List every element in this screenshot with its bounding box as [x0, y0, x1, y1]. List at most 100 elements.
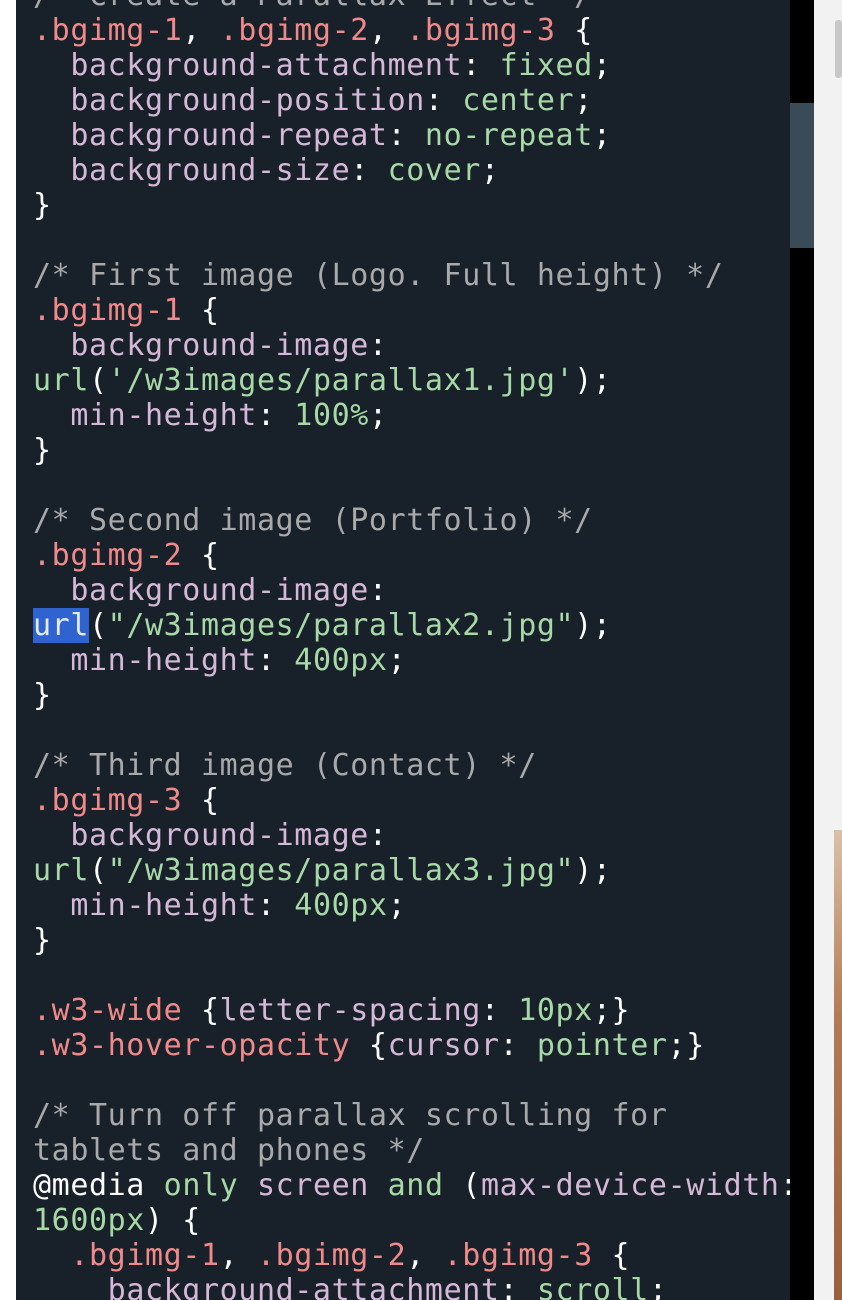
code-token: min-height	[70, 398, 257, 433]
code-token: .bgimg-2	[219, 13, 369, 48]
code-token: background-image	[70, 818, 369, 853]
code-line[interactable]: background-attachment: fixed;	[33, 48, 790, 83]
vertical-scrollbar-thumb[interactable]	[790, 103, 814, 248]
code-token: :	[780, 1168, 790, 1203]
code-line[interactable]: .bgimg-1 {	[33, 293, 790, 328]
code-token: :	[368, 328, 388, 363]
code-line[interactable]: /* Second image (Portfolio) */	[33, 503, 790, 538]
code-token: ;	[387, 643, 407, 678]
code-line[interactable]: .bgimg-1, .bgimg-2, .bgimg-3 {	[33, 1238, 790, 1273]
code-token: .bgimg-2	[33, 538, 183, 573]
code-line[interactable]	[33, 1063, 790, 1098]
code-line[interactable]: background-repeat: no-repeat;	[33, 118, 790, 153]
code-token: :	[368, 818, 388, 853]
code-token: url	[33, 363, 89, 398]
code-token: .bgimg-1	[70, 1238, 220, 1273]
code-line[interactable]	[33, 713, 790, 748]
code-token: {	[182, 783, 220, 818]
code-line[interactable]: min-height: 400px;	[33, 643, 790, 678]
code-token: ;	[368, 398, 388, 433]
code-line[interactable]: /* Create a Parallax Effect */	[33, 0, 790, 13]
code-line[interactable]: .bgimg-1, .bgimg-2, .bgimg-3 {	[33, 13, 790, 48]
code-token: .w3-wide	[33, 993, 183, 1028]
code-token: 400px	[294, 888, 388, 923]
code-line[interactable]: }	[33, 433, 790, 468]
code-line[interactable]: .w3-wide {letter-spacing: 10px;}	[33, 993, 790, 1028]
code-line[interactable]: background-image:	[33, 328, 790, 363]
code-token: }	[33, 188, 52, 223]
code-token: ,	[406, 1238, 444, 1273]
preview-image-edge	[834, 830, 842, 1300]
code-token: ) {	[144, 1203, 201, 1238]
code-line[interactable]: @media only screen and (max-device-width…	[33, 1168, 790, 1203]
code-line[interactable]: /* First image (Logo. Full height) */	[33, 258, 790, 293]
code-line[interactable]: /* Third image (Contact) */	[33, 748, 790, 783]
code-token: }	[33, 433, 52, 468]
code-token: min-height	[70, 643, 257, 678]
code-token: background-image	[70, 328, 369, 363]
code-line[interactable]: }	[33, 678, 790, 713]
code-token: ,	[368, 13, 407, 48]
code-token: tablets and phones */	[33, 1133, 425, 1168]
code-token: /* Turn off parallax scrolling for	[33, 1098, 668, 1133]
code-token: .bgimg-3	[33, 783, 183, 818]
code-token: screen	[256, 1168, 369, 1203]
code-line[interactable]: url('/w3images/parallax1.jpg');	[33, 363, 790, 398]
code-line[interactable]: 1600px) {	[33, 1203, 790, 1238]
code-token: );	[574, 363, 612, 398]
code-token: :	[480, 993, 519, 1028]
code-token: :	[350, 153, 388, 188]
code-token: {	[592, 1238, 631, 1273]
code-line[interactable]	[33, 223, 790, 258]
code-token: /* First image (Logo. Full height) */	[33, 258, 724, 293]
code-line[interactable]: /* Turn off parallax scrolling for	[33, 1098, 790, 1133]
code-token: ;	[480, 153, 500, 188]
code-line[interactable]: background-image:	[33, 818, 790, 853]
code-line[interactable]: }	[33, 923, 790, 958]
code-token: (	[89, 853, 108, 888]
code-token: background-repeat	[70, 118, 388, 153]
left-gutter	[0, 0, 16, 1300]
code-line[interactable]	[33, 958, 790, 993]
code-token: scroll	[536, 1273, 649, 1300]
code-token: /* Create a Parallax Effect */	[33, 0, 593, 13]
code-line[interactable]	[33, 468, 790, 503]
selected-text: url	[33, 608, 89, 643]
code-token: ,	[219, 1238, 257, 1273]
code-line[interactable]: tablets and phones */	[33, 1133, 790, 1168]
code-line[interactable]: .bgimg-3 {	[33, 783, 790, 818]
code-line[interactable]: background-image:	[33, 573, 790, 608]
code-token: fixed	[499, 48, 593, 83]
code-token: no-repeat	[424, 118, 593, 153]
code-token: max-device-width	[480, 1168, 780, 1203]
code-line[interactable]: min-height: 100%;	[33, 398, 790, 433]
code-token: {	[182, 993, 220, 1028]
code-line[interactable]: background-position: center;	[33, 83, 790, 118]
code-token: {	[182, 538, 220, 573]
code-content[interactable]: /* Create a Parallax Effect */.bgimg-1, …	[33, 0, 790, 1300]
code-line[interactable]: url("/w3images/parallax2.jpg");	[33, 608, 790, 643]
code-line[interactable]: .w3-hover-opacity {cursor: pointer;}	[33, 1028, 790, 1063]
code-token: :	[499, 1273, 537, 1300]
code-token: .bgimg-1	[33, 13, 183, 48]
code-token: /* Third image (Contact) */	[33, 748, 537, 783]
code-line[interactable]: background-attachment: scroll;	[33, 1273, 790, 1300]
code-token: 1600px	[33, 1203, 145, 1238]
code-token: pointer	[536, 1028, 668, 1063]
code-token: .bgimg-3	[406, 13, 556, 48]
code-editor[interactable]: /* Create a Parallax Effect */.bgimg-1, …	[16, 0, 790, 1300]
code-line[interactable]: }	[33, 188, 790, 223]
code-token: .w3-hover-opacity	[33, 1028, 351, 1063]
code-line[interactable]: min-height: 400px;	[33, 888, 790, 923]
code-line[interactable]: background-size: cover;	[33, 153, 790, 188]
code-line[interactable]: url("/w3images/parallax3.jpg");	[33, 853, 790, 888]
code-line[interactable]: .bgimg-2 {	[33, 538, 790, 573]
code-token: letter-spacing	[219, 993, 481, 1028]
code-token: ;}	[592, 993, 631, 1028]
